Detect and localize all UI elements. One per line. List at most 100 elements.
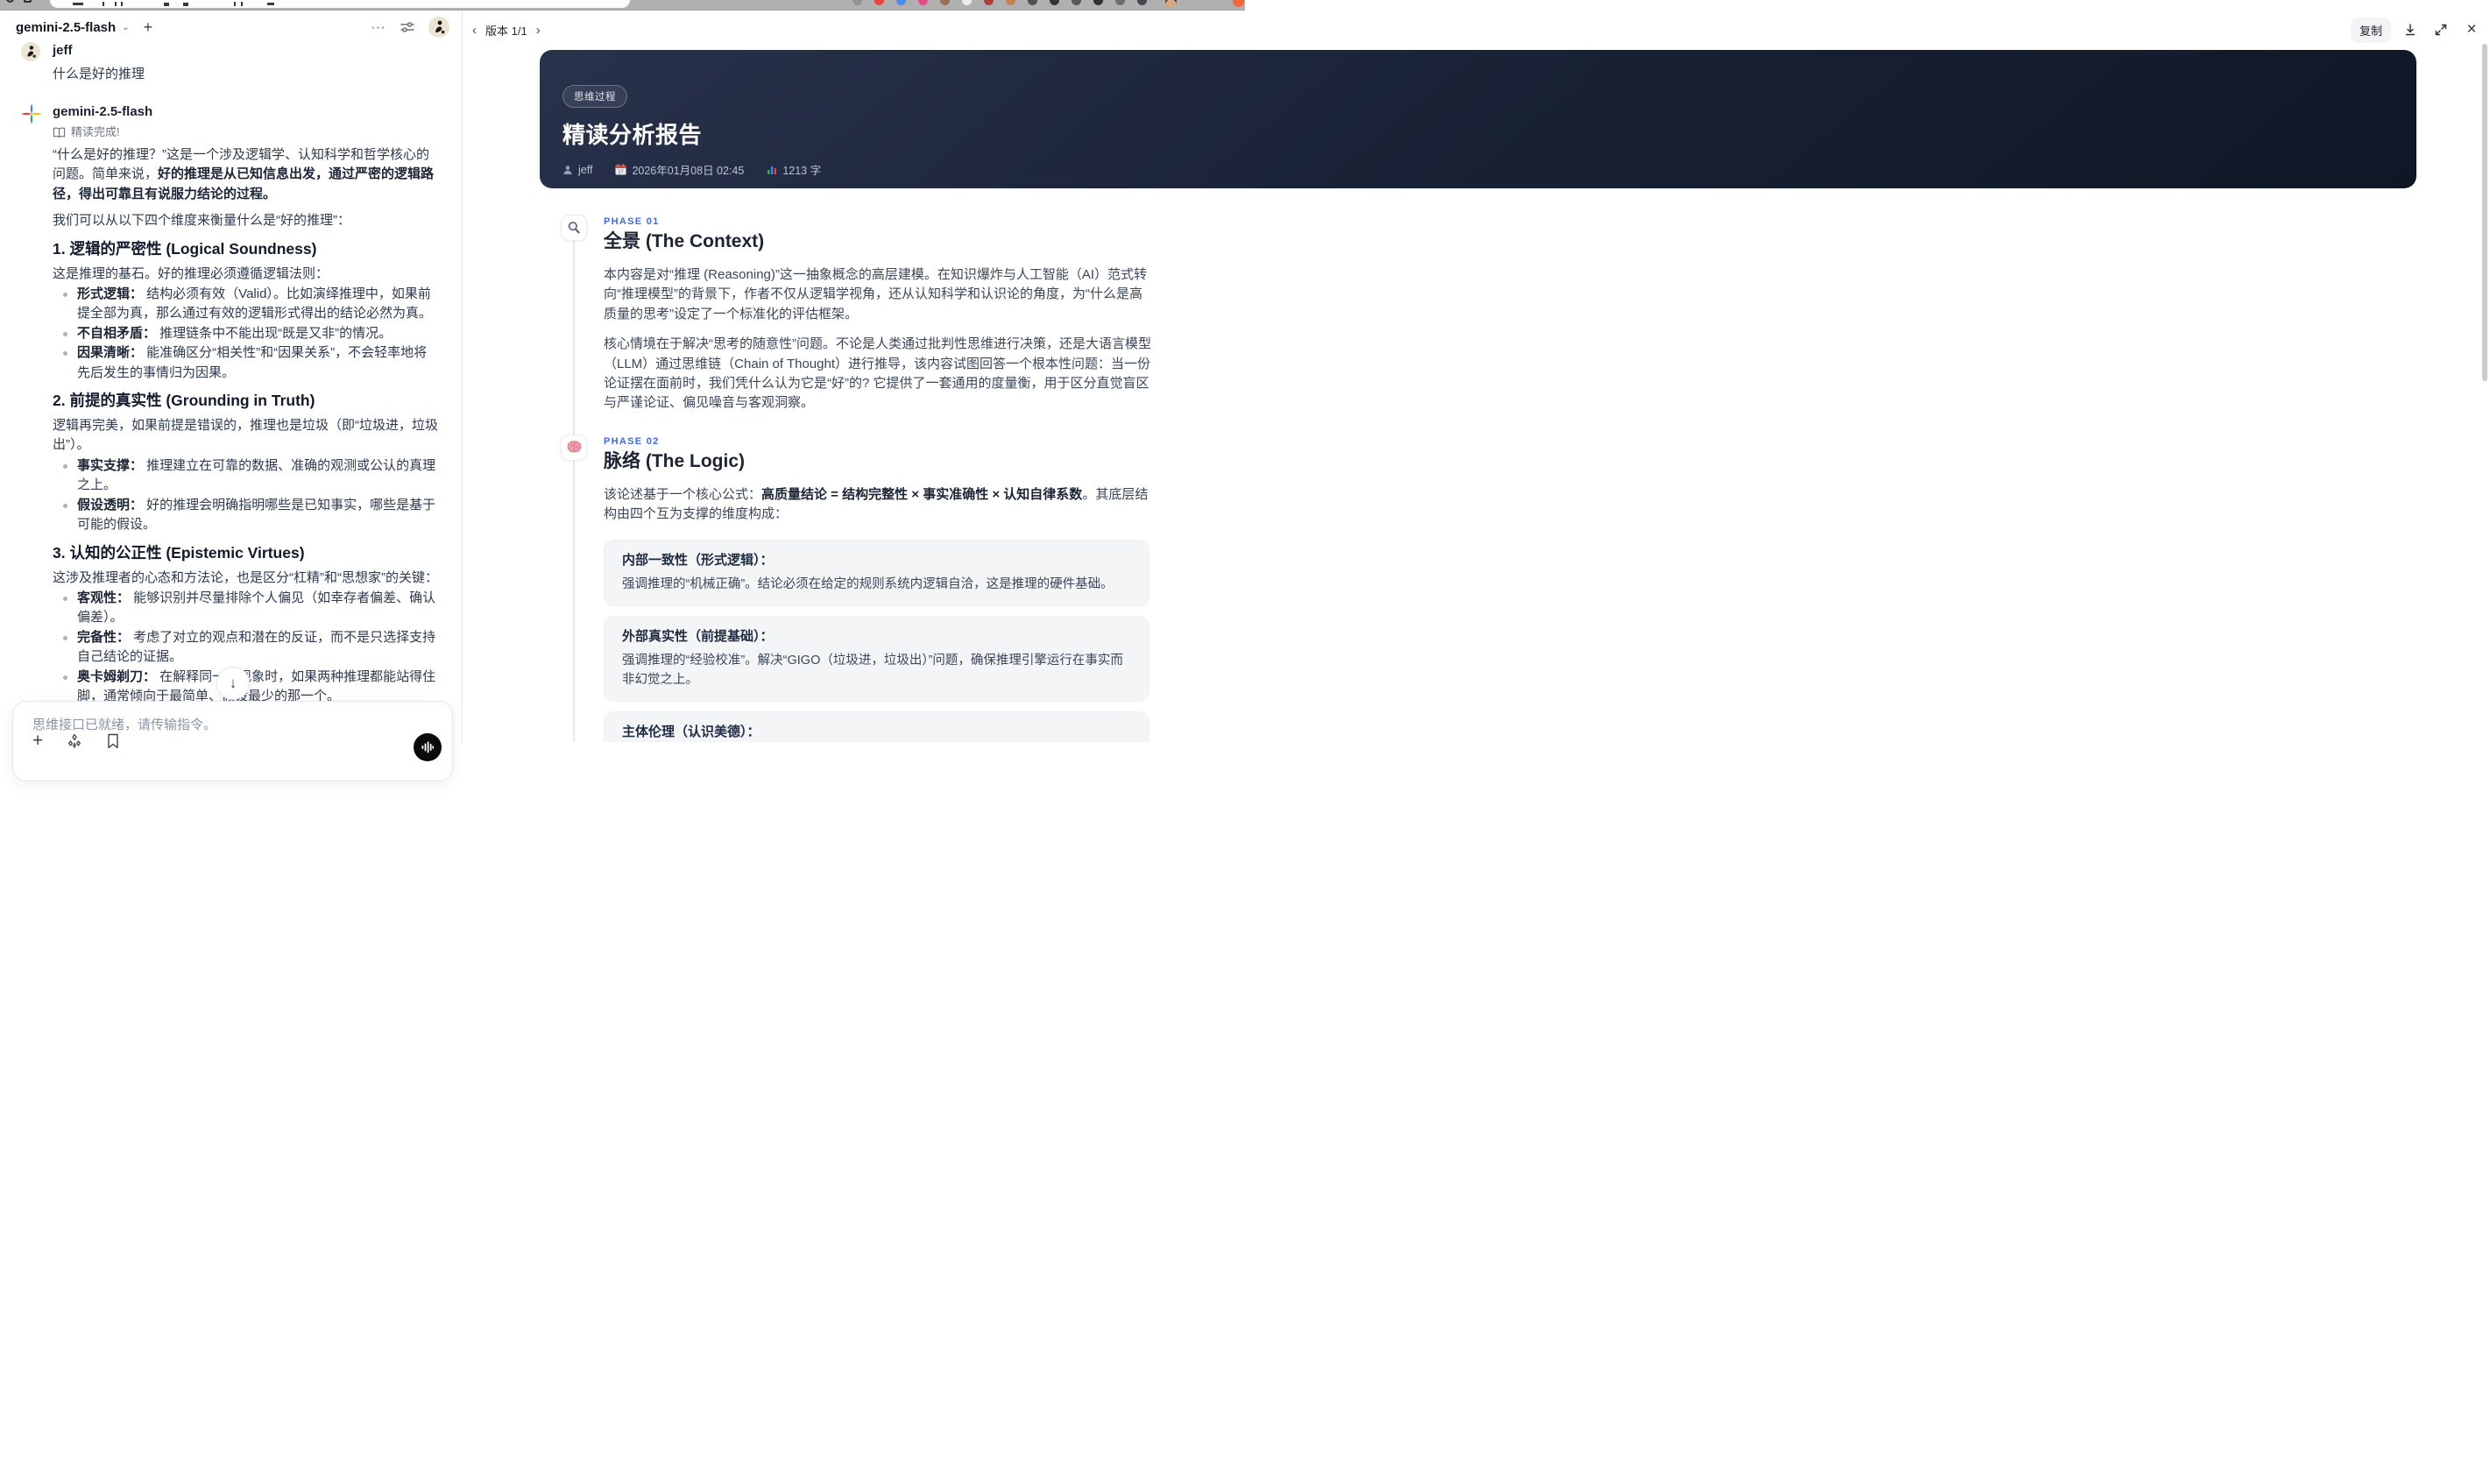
artifact-panel: ‹ 版本 1/1 › 复制 × 思维过程 精读分析报告 jeff 17 2026… <box>463 11 2490 742</box>
scroll-to-bottom-button[interactable]: ↓ <box>216 667 250 700</box>
report-wordcount: 1213 字 <box>767 161 821 178</box>
dimension-cards: 内部一致性（形式逻辑）： 强调推理的“机械正确”。结论必须在给定的规则系统内逻辑… <box>604 539 2416 742</box>
avatar <box>21 42 40 61</box>
card-body: 强调推理的“经验校准”。解决“GIGO（垃圾进，垃圾出）”问题，确保推理引擎运行… <box>622 653 1123 687</box>
calendar-icon: 17 <box>615 164 626 175</box>
extension-icon[interactable] <box>918 0 928 5</box>
phase-section: PHASE 02 脉络 (The Logic) 该论述基于一个核心公式：高质量结… <box>561 434 2416 742</box>
browser-profile-avatar[interactable] <box>1165 0 1177 8</box>
extension-icon[interactable] <box>1137 0 1147 5</box>
user-message-text: 什么是好的推理 <box>53 67 145 81</box>
dimension-card: 内部一致性（形式逻辑）： 强调推理的“机械正确”。结论必须在给定的规则系统内逻辑… <box>604 539 1150 606</box>
section-intro: 这是推理的基石。好的推理必须遵循逻辑法则： <box>53 265 329 281</box>
section-intro: 逻辑再完美，如果前提是错误的，推理也是垃圾（即“垃圾进，垃圾出”）。 <box>53 418 438 453</box>
extension-icon[interactable] <box>962 0 972 5</box>
sliders-icon[interactable] <box>400 19 415 35</box>
card-body: 强调推理的“机械正确”。结论必须在给定的规则系统内逻辑自洽，这是推理的硬件基础。 <box>622 576 1114 591</box>
phase-paragraph: 核心情境在于解决“思考的随意性”问题。不论是人类通过批判性思维进行决策，还是大语… <box>604 336 1151 411</box>
card-title: 内部一致性（形式逻辑）： <box>622 552 774 568</box>
bullet-list: 形式逻辑： 结构必须有效（Valid）。比如演绎推理中，如果前提全部为真，那么通… <box>53 285 439 383</box>
chevron-down-icon[interactable]: ⌄ <box>122 23 129 32</box>
phase-label: PHASE 02 <box>604 435 660 447</box>
extension-icon[interactable] <box>940 0 950 5</box>
assistant-paragraph: “什么是好的推理？”这是一个涉及逻辑学、认知科学和哲学核心的问题。简单来说，好的… <box>53 147 435 201</box>
voice-input-button[interactable] <box>414 733 442 761</box>
bullet-item: 因果清晰： 能准确区分“相关性”和“因果关系”，不会轻率地将先后发生的事情归为因… <box>53 343 439 383</box>
extension-icon[interactable] <box>852 0 862 5</box>
extension-icon[interactable] <box>984 0 994 5</box>
user-name: jeff <box>53 43 73 58</box>
reload-icon[interactable] <box>6 0 14 3</box>
phase-title: 脉络 (The Logic) <box>604 450 745 471</box>
arrow-down-icon: ↓ <box>229 675 237 691</box>
expand-icon[interactable] <box>2430 18 2452 41</box>
address-bar[interactable] <box>50 0 630 8</box>
report-hero-card: 思维过程 精读分析报告 jeff 17 2026年01月08日 02:45 12… <box>540 50 2416 188</box>
card-title: 主体伦理（认识美德）： <box>622 724 760 739</box>
artifact-toolbar: ‹ 版本 1/1 › 复制 × <box>463 11 2490 49</box>
extension-icon[interactable] <box>1006 0 1015 5</box>
assistant-name: gemini-2.5-flash <box>53 104 153 119</box>
report-title: 精读分析报告 <box>562 122 703 148</box>
model-selector[interactable]: gemini-2.5-flash <box>16 20 116 35</box>
artifact-content: 思维过程 精读分析报告 jeff 17 2026年01月08日 02:45 12… <box>463 50 2490 742</box>
card-title: 外部真实性（前提基础）： <box>622 628 774 644</box>
apps-grid-icon[interactable] <box>24 0 32 3</box>
browser-toolbar-strip <box>0 0 1245 11</box>
bullet-item: 不自相矛盾： 推理链条中不能出现“既是又非”的情况。 <box>53 324 439 343</box>
section-intro: 这涉及推理者的心态和方法论，也是区分“杠精”和“思想家”的关键： <box>53 569 438 585</box>
phase-title: 全景 (The Context) <box>604 231 765 251</box>
bullet-list: 事实支撑： 推理建立在可靠的数据、准确的观测或公认的真理之上。 假设透明： 好的… <box>53 456 439 535</box>
svg-text:17: 17 <box>619 170 624 175</box>
bookmark-icon[interactable] <box>106 733 122 749</box>
report-badge: 思维过程 <box>562 85 627 108</box>
bullet-item: 假设透明： 好的推理会明确指明哪些是已知事实，哪些是基于可能的假设。 <box>53 496 439 535</box>
dimension-card: 外部真实性（前提基础）： 强调推理的“经验校准”。解决“GIGO（垃圾进，垃圾出… <box>604 615 1150 702</box>
phase-paragraph: 该论述基于一个核心公式：高质量结论 = 结构完整性 × 事实准确性 × 认知自律… <box>604 486 1149 522</box>
version-next-icon[interactable]: › <box>536 23 541 38</box>
browser-corner-icon[interactable] <box>1233 0 1244 7</box>
bullet-item: 形式逻辑： 结构必须有效（Valid）。比如演绎推理中，如果前提全部为真，那么通… <box>53 285 439 324</box>
composer-input[interactable]: 思维接口已就绪，请传输指令。 <box>13 702 452 733</box>
extension-icon[interactable] <box>896 0 906 5</box>
dimension-card: 主体伦理（认识美德）： 转向推理者的心理特征。引入奥卡姆剃刀和反向论证，旨在克服… <box>604 710 1150 742</box>
extension-icons[interactable] <box>852 0 1147 5</box>
waveform-icon <box>421 741 434 753</box>
report-author: jeff <box>562 164 592 176</box>
version-label: 版本 1/1 <box>485 24 527 38</box>
composer[interactable]: 思维接口已就绪，请传输指令。 + <box>12 701 453 781</box>
assistant-message: gemini-2.5-flash 精读完成! “什么是好的推理？”这是一个涉及逻… <box>0 103 462 742</box>
message-list: jeff 什么是好的推理 gemini-2.5-flash 精读完成! “什么是… <box>0 40 462 742</box>
section-title: 3. 认知的公正性 (Epistemic Virtues) <box>53 543 305 562</box>
user-avatar[interactable] <box>428 17 449 38</box>
chat-header: gemini-2.5-flash ⌄ + ⋯ <box>0 11 462 40</box>
book-icon <box>53 127 66 138</box>
extension-icon[interactable] <box>1072 0 1081 5</box>
magnifier-icon <box>561 215 587 241</box>
copy-button[interactable]: 复制 <box>2350 17 2391 43</box>
user-message: jeff 什么是好的推理 <box>0 42 462 83</box>
extension-icon[interactable] <box>874 0 884 5</box>
extension-icon[interactable] <box>1028 0 1037 5</box>
more-options-icon[interactable]: ⋯ <box>371 20 386 35</box>
attach-plus-icon[interactable]: + <box>32 731 43 750</box>
scrollbar-thumb[interactable] <box>2482 44 2487 381</box>
download-icon[interactable] <box>2399 18 2422 41</box>
person-icon <box>563 165 572 174</box>
brain-icon <box>561 434 587 461</box>
sparkle-diamonds-icon[interactable] <box>67 733 82 749</box>
extension-icon[interactable] <box>1050 0 1059 5</box>
phase-label: PHASE 01 <box>604 216 660 227</box>
close-icon[interactable]: × <box>2460 18 2483 41</box>
section-title: 1. 逻辑的严密性 (Logical Soundness) <box>53 239 317 258</box>
bar-chart-icon <box>768 166 777 174</box>
new-chat-button[interactable]: + <box>144 19 153 35</box>
phase-section: PHASE 01 全景 (The Context) 本内容是对“推理 (Reas… <box>561 215 2416 413</box>
phase-paragraph: 本内容是对“推理 (Reasoning)”这一抽象概念的高层建模。在知识爆炸与人… <box>604 267 1148 322</box>
extension-icon[interactable] <box>1115 0 1125 5</box>
report-date: 17 2026年01月08日 02:45 <box>615 161 744 178</box>
extension-icon[interactable] <box>1093 0 1103 5</box>
gemini-icon <box>21 103 42 124</box>
bullet-item: 事实支撑： 推理建立在可靠的数据、准确的观测或公认的真理之上。 <box>53 456 439 496</box>
version-prev-icon[interactable]: ‹ <box>472 23 477 38</box>
